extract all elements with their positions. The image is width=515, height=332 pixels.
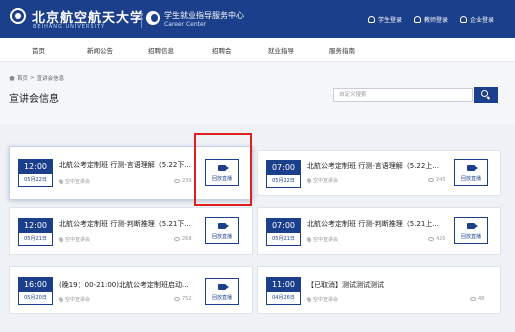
video-camera-icon <box>218 284 229 290</box>
header-divider <box>141 10 142 28</box>
talk-title[interactable]: 北航公考定制班 行测-判断推理（5.21上... <box>307 219 451 229</box>
location-pin-icon <box>305 296 313 303</box>
talk-location: 空中宣讲会 <box>305 296 338 303</box>
eye-icon <box>174 237 180 241</box>
talk-location: 空中宣讲会 <box>57 236 90 243</box>
view-count: 752 <box>174 296 192 302</box>
talk-title[interactable]: 北航公考定制班 行测-判断推理（5.21下... <box>59 219 203 229</box>
eye-icon <box>428 178 434 182</box>
replay-live-button[interactable]: 回放直播 <box>454 217 488 244</box>
talk-location: 空中宣讲会 <box>305 236 338 243</box>
talk-card[interactable]: 12:00 05月21日 北航公考定制班 行测-判断推理（5.21下... 空中… <box>9 207 253 255</box>
talk-time: 07:00 <box>267 219 300 233</box>
location-pin-icon <box>57 236 65 243</box>
page-title: 宣讲会信息 <box>9 94 59 105</box>
user-icon <box>368 16 375 23</box>
company-login-link[interactable]: 企业登录 <box>460 15 494 24</box>
top-header: 北京航空航天大学 BEIHANG UNIVERSITY 学生就业指导服务中心 C… <box>0 0 515 38</box>
talk-card[interactable]: 16:00 05月20日 (晚19：00-21:00)北航公考定制班启动... … <box>9 266 253 314</box>
talk-time: 16:00 <box>19 278 52 292</box>
view-count: 420 <box>428 236 446 242</box>
breadcrumb-separator: > <box>30 75 35 81</box>
eye-icon <box>174 179 180 183</box>
time-badge: 07:00 05月21日 <box>266 218 301 246</box>
main-nav: 首页 新闻公告 招聘信息 招聘会 就业指导 服务指南 <box>0 38 515 62</box>
nav-item-career-guidance[interactable]: 就业指导 <box>268 45 294 55</box>
career-center-english-name: Career Center <box>164 21 207 28</box>
talk-date: 05月20日 <box>24 295 47 301</box>
replay-live-button[interactable]: 回放直播 <box>205 278 239 305</box>
replay-label: 回放直播 <box>211 234 232 240</box>
view-count: 268 <box>174 236 192 242</box>
talk-date: 05月21日 <box>24 236 47 242</box>
view-count: 245 <box>428 177 446 183</box>
talk-time: 11:00 <box>267 278 300 292</box>
eye-icon <box>174 297 180 301</box>
search-input[interactable] <box>333 88 473 102</box>
talk-title[interactable]: (晚19：00-21:00)北航公考定制班启动... <box>59 280 203 290</box>
talk-date: 04月26日 <box>272 295 295 301</box>
student-login-link[interactable]: 学生登录 <box>368 15 402 24</box>
eye-icon <box>428 237 434 241</box>
view-count: 239 <box>174 178 192 184</box>
location-pin-icon <box>57 178 65 185</box>
nav-item-jobs[interactable]: 招聘信息 <box>148 45 174 55</box>
time-badge: 11:00 04月26日 <box>266 277 301 305</box>
building-icon <box>460 16 467 23</box>
career-center-logo-icon <box>146 11 160 25</box>
university-english-name: BEIHANG UNIVERSITY <box>33 24 106 30</box>
view-count: 48 <box>470 296 484 302</box>
replay-live-button[interactable]: 回放直播 <box>205 217 239 244</box>
replay-live-button[interactable]: 回放直播 <box>454 159 488 186</box>
search-icon <box>481 90 488 97</box>
talk-date: 05月22日 <box>272 178 295 184</box>
video-camera-icon <box>218 223 229 229</box>
video-camera-icon <box>467 223 478 229</box>
teacher-login-link[interactable]: 教师登录 <box>414 15 448 24</box>
talk-card[interactable]: 07:00 05月22日 北航公考定制班 行测-言语理解（5.22上... 空中… <box>257 150 501 196</box>
breadcrumb-current: 宣讲会信息 <box>36 76 65 82</box>
location-pin-icon <box>305 177 313 184</box>
user-icon <box>414 16 421 23</box>
nav-item-job-fairs[interactable]: 招聘会 <box>212 45 232 55</box>
time-badge: 12:00 05月22日 <box>18 159 53 187</box>
time-badge: 12:00 05月21日 <box>18 218 53 246</box>
talk-card[interactable]: 11:00 04月26日 【已取消】测试测试测试 空中宣讲会 48 <box>257 266 501 314</box>
talk-date: 05月22日 <box>24 177 47 183</box>
breadcrumb: 首页 > 宣讲会信息 <box>9 74 64 82</box>
search-button[interactable] <box>474 87 498 103</box>
video-camera-icon <box>467 165 478 171</box>
eye-icon <box>470 297 476 301</box>
talk-location: 空中宣讲会 <box>57 296 90 303</box>
replay-label: 回放直播 <box>460 234 481 240</box>
replay-label: 回放直播 <box>211 295 232 301</box>
replay-label: 回放直播 <box>460 176 481 182</box>
talk-time: 12:00 <box>19 219 52 233</box>
talk-location: 空中宣讲会 <box>57 178 90 185</box>
time-badge: 16:00 05月20日 <box>18 277 53 305</box>
talk-card[interactable]: 07:00 05月21日 北航公考定制班 行测-判断推理（5.21上... 空中… <box>257 207 501 255</box>
breadcrumb-home[interactable]: 首页 <box>17 74 28 82</box>
time-badge: 07:00 05月22日 <box>266 160 301 188</box>
home-icon <box>9 75 15 81</box>
location-pin-icon <box>305 236 313 243</box>
talk-location: 空中宣讲会 <box>305 177 338 184</box>
talk-title[interactable]: 【已取消】测试测试测试 <box>307 280 457 290</box>
talk-title[interactable]: 北航公考定制班 行测-言语理解（5.22下... <box>59 160 203 170</box>
talk-time: 07:00 <box>267 161 300 175</box>
nav-item-service-guide[interactable]: 服务指南 <box>329 45 355 55</box>
talk-time: 12:00 <box>19 160 52 174</box>
location-pin-icon <box>57 296 65 303</box>
career-center-name: 学生就业指导服务中心 <box>164 11 244 20</box>
nav-item-news[interactable]: 新闻公告 <box>87 45 113 55</box>
talk-date: 05月21日 <box>272 236 295 242</box>
highlight-box <box>194 133 252 206</box>
university-seal-icon <box>10 8 26 24</box>
nav-item-home[interactable]: 首页 <box>32 45 45 55</box>
talk-title[interactable]: 北航公考定制班 行测-言语理解（5.22上... <box>307 161 451 171</box>
